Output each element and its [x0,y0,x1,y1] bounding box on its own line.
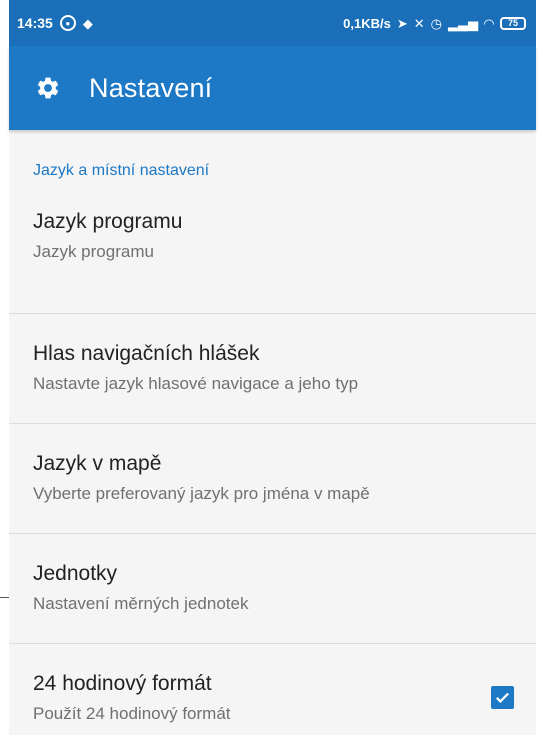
page-title: Nastavení [89,72,213,103]
status-left: 14:35 ● ◆ [17,15,93,31]
mute-icon: ✕ [413,15,425,31]
status-bar: 14:35 ● ◆ 0,1KB/s ➤ ✕ ◷ ▂▃▅ ◠ 75 [9,0,536,46]
setting-subtitle: Nastavte jazyk hlasové navigace a jeho t… [33,374,359,393]
setting-units[interactable]: Jednotky Nastavení měrných jednotek [9,534,536,644]
setting-subtitle: Jazyk programu [33,242,154,261]
app-bar: Nastavení [9,46,536,130]
settings-list: Jazyk a místní nastavení Jazyk programu … [9,130,536,754]
setting-subtitle: Nastavení měrných jednotek [33,594,249,613]
setting-title: 24 hodinový formát [33,672,212,695]
setting-title: Jazyk programu [33,210,183,233]
alarm-icon: ◷ [430,15,442,31]
battery-icon: 75 [500,16,526,30]
battery-level: 75 [507,18,518,28]
network-speed: 0,1KB/s [343,15,391,31]
signal-icon: ▂▃▅ [448,15,478,31]
status-time: 14:35 [17,15,53,31]
setting-title: Jazyk v mapě [33,452,162,475]
category-header: Jazyk a místní nastavení [33,162,210,179]
wifi-icon: ◠ [484,15,494,31]
24h-format-checkbox[interactable] [491,686,514,709]
setting-subtitle: Použít 24 hodinový formát [33,704,231,723]
status-right: 0,1KB/s ➤ ✕ ◷ ▂▃▅ ◠ 75 [343,16,526,31]
phone-screen: 14:35 ● ◆ 0,1KB/s ➤ ✕ ◷ ▂▃▅ ◠ 75 Nastave… [9,0,536,735]
gear-icon[interactable] [35,75,61,101]
location-badge-icon: ◆ [82,15,93,31]
setting-24h-format[interactable]: 24 hodinový formát Použít 24 hodinový fo… [9,644,536,754]
notification-circle-icon: ● [59,15,76,31]
setting-title: Jednotky [33,562,118,585]
checkmark-icon [496,692,509,703]
setting-title: Hlas navigačních hlášek [33,342,260,365]
setting-subtitle: Vyberte preferovaný jazyk pro jména v ma… [33,484,370,503]
setting-program-language[interactable]: Jazyk programu Jazyk programu [9,190,536,314]
margin-line [0,597,9,598]
send-icon: ➤ [396,15,408,31]
setting-voice-navigation[interactable]: Hlas navigačních hlášek Nastavte jazyk h… [9,314,536,424]
setting-map-language[interactable]: Jazyk v mapě Vyberte preferovaný jazyk p… [9,424,536,534]
